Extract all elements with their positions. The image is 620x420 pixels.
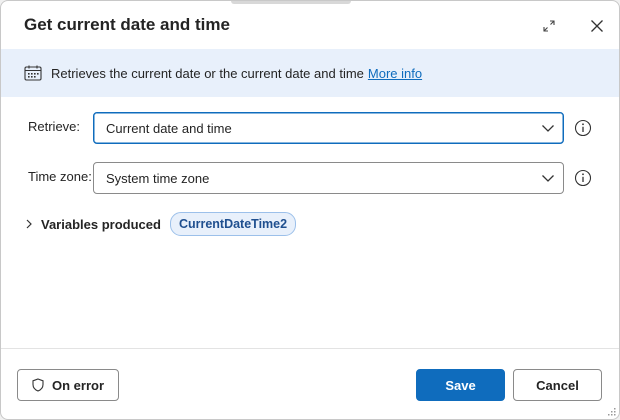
close-icon <box>591 20 603 32</box>
save-button[interactable]: Save <box>416 369 505 401</box>
retrieve-label: Retrieve: <box>28 119 81 134</box>
retrieve-info-icon[interactable] <box>574 119 592 137</box>
more-info-link[interactable]: More info <box>368 66 422 81</box>
close-button[interactable] <box>584 13 610 39</box>
timezone-info-icon[interactable] <box>574 169 592 187</box>
chevron-right-icon[interactable] <box>25 219 33 229</box>
expand-button[interactable] <box>536 13 562 39</box>
chevron-down-icon <box>542 175 554 182</box>
retrieve-select-value: Current date and time <box>106 121 232 136</box>
variables-produced-row: Variables produced CurrentDateTime2 <box>25 211 297 237</box>
dialog: Get current date and time Retrieves the … <box>0 0 620 420</box>
on-error-label: On error <box>51 377 104 393</box>
info-bar: Retrieves the current date or the curren… <box>1 49 619 97</box>
info-text: Retrieves the current date or the curren… <box>51 66 422 81</box>
dialog-drag-handle <box>231 1 351 4</box>
shield-icon <box>32 378 44 392</box>
timezone-select-value: System time zone <box>106 171 210 186</box>
variables-produced-label[interactable]: Variables produced <box>41 217 161 232</box>
chevron-down-icon <box>542 125 554 132</box>
on-error-button[interactable]: On error <box>17 369 119 401</box>
cancel-button[interactable]: Cancel <box>513 369 602 401</box>
info-description: Retrieves the current date or the curren… <box>51 66 364 81</box>
timezone-select[interactable]: System time zone <box>93 162 564 194</box>
timezone-label: Time zone: <box>28 169 92 184</box>
footer-divider <box>1 348 619 349</box>
retrieve-select[interactable]: Current date and time <box>93 112 564 144</box>
resize-grip-icon[interactable] <box>608 408 616 416</box>
dialog-title: Get current date and time <box>24 15 230 34</box>
expand-icon <box>543 20 555 32</box>
calendar-icon <box>24 65 42 81</box>
variable-pill[interactable]: CurrentDateTime2 <box>169 212 297 236</box>
